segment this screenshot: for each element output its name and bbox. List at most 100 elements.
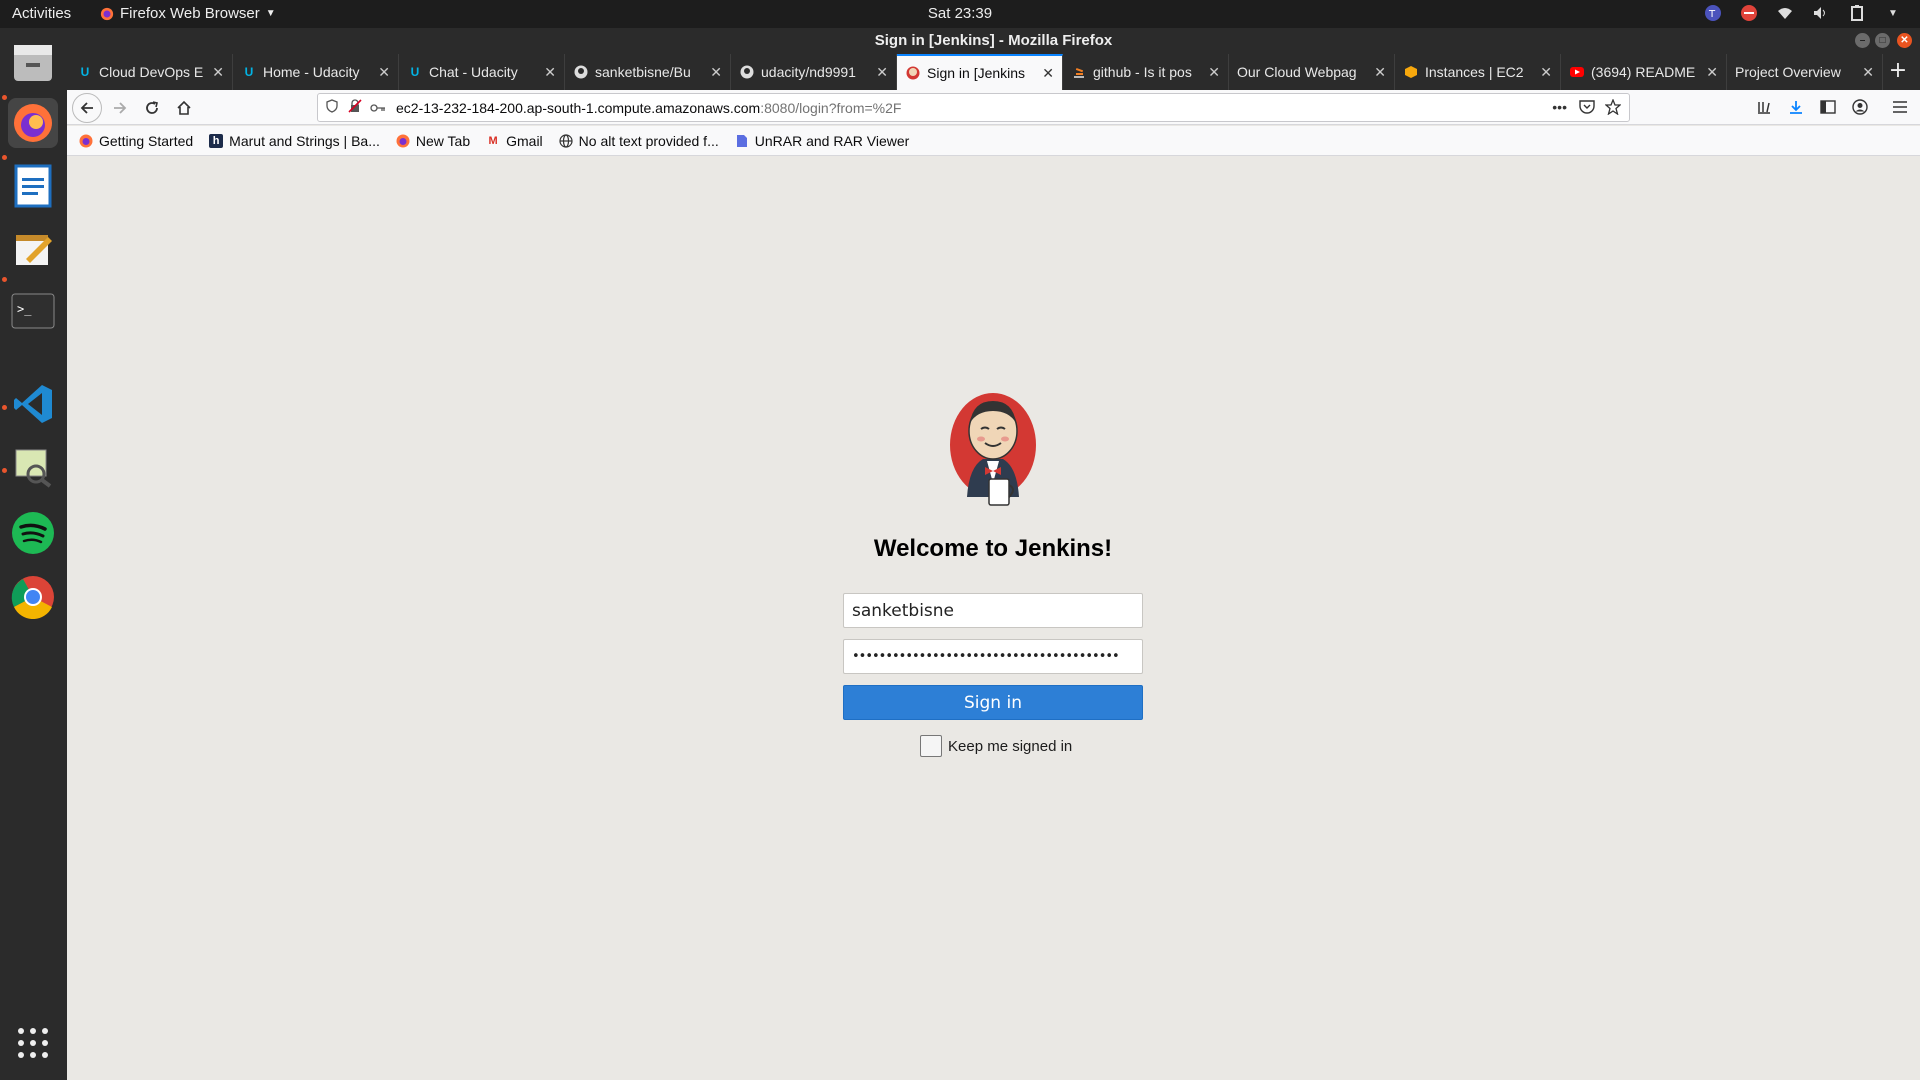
tab-chat-udacity[interactable]: U Chat - Udacity ✕ (399, 54, 565, 90)
bookmark-marut-and-strings[interactable]: h Marut and Strings | Ba... (209, 133, 380, 149)
dock-spotify[interactable] (8, 508, 58, 558)
dock-files[interactable] (8, 38, 58, 88)
dock-terminal[interactable]: >_ (8, 286, 58, 336)
tab-cloud-webpage[interactable]: Our Cloud Webpag ✕ (1229, 54, 1395, 90)
gmail-icon: M (488, 134, 498, 147)
close-icon[interactable]: ✕ (1208, 64, 1220, 81)
key-icon[interactable] (370, 100, 392, 116)
app-menu-label: Firefox Web Browser (120, 5, 260, 22)
bookmark-new-tab[interactable]: New Tab (396, 133, 470, 149)
window-title-bar[interactable]: Sign in [Jenkins] - Mozilla Firefox – □ … (67, 28, 1920, 54)
close-icon[interactable]: ✕ (1862, 64, 1874, 81)
close-icon[interactable]: ✕ (1540, 64, 1552, 81)
volume-icon[interactable] (1812, 4, 1830, 22)
tab-cloud-devops[interactable]: U Cloud DevOps E ✕ (69, 54, 233, 90)
pocket-icon[interactable] (1579, 100, 1595, 117)
tab-sanketbisne-github[interactable]: sanketbisne/Bu ✕ (565, 54, 731, 90)
account-icon (1852, 99, 1868, 115)
document-icon (735, 134, 749, 148)
page-actions-icon[interactable]: ••• (1552, 99, 1567, 115)
do-not-disturb-icon[interactable] (1740, 4, 1758, 22)
close-icon[interactable]: ✕ (876, 64, 888, 81)
close-icon[interactable]: ✕ (378, 64, 390, 81)
sidebar-button[interactable] (1814, 93, 1842, 121)
shield-icon[interactable] (326, 99, 344, 116)
dock-show-applications[interactable] (8, 1018, 58, 1068)
dock-chrome[interactable] (8, 572, 58, 622)
back-button[interactable] (72, 93, 102, 123)
bookmark-unrar-viewer[interactable]: UnRAR and RAR Viewer (735, 133, 909, 149)
tab-youtube-readme[interactable]: (3694) README ✕ (1561, 54, 1727, 90)
tab-bar: U Cloud DevOps E ✕ U Home - Udacity ✕ U … (67, 54, 1920, 90)
close-icon[interactable]: ✕ (212, 64, 224, 81)
files-icon (14, 45, 52, 81)
bookmark-label: New Tab (415, 132, 471, 149)
new-tab-button[interactable]: + (1884, 58, 1912, 86)
insecure-lock-icon[interactable] (348, 99, 368, 116)
hashnode-icon: h (209, 133, 224, 148)
bookmark-gmail[interactable]: M Gmail (486, 133, 543, 149)
battery-icon[interactable] (1848, 4, 1866, 22)
tab-jenkins-sign-in[interactable]: Sign in [Jenkins ✕ (897, 54, 1063, 90)
tab-udacity-nd9991[interactable]: udacity/nd9991 ✕ (731, 54, 897, 90)
dock-writer[interactable] (8, 161, 58, 211)
firefox-icon (100, 7, 114, 20)
dock-firefox[interactable] (8, 98, 58, 148)
udacity-icon: U (244, 65, 254, 79)
bookmark-getting-started[interactable]: Getting Started (79, 133, 193, 149)
tab-stackoverflow[interactable]: github - Is it pos ✕ (1063, 54, 1229, 90)
reload-button[interactable] (137, 93, 167, 123)
forward-button[interactable] (105, 93, 135, 123)
system-top-bar: Activities Firefox Web Browser ▼ Sat 23:… (0, 0, 1920, 28)
dock-text-editor[interactable] (8, 224, 58, 274)
system-tray: T ▼ (1704, 4, 1902, 22)
svg-text:T: T (1708, 9, 1716, 20)
account-button[interactable] (1846, 93, 1874, 121)
dock-vscode[interactable] (8, 379, 58, 429)
firefox-icon (396, 134, 410, 148)
maximize-button[interactable]: □ (1875, 33, 1890, 48)
keep-signed-in-option[interactable]: Keep me signed in (920, 735, 1072, 757)
url-bar[interactable]: ec2-13-232-184-200.ap-south-1.compute.am… (317, 93, 1630, 122)
firefox-icon (14, 104, 52, 142)
downloads-button[interactable] (1782, 93, 1810, 121)
hamburger-menu-icon (1893, 101, 1907, 113)
tab-label: Sign in [Jenkins (927, 65, 1026, 81)
terminal-icon: >_ (11, 293, 55, 329)
activities-button[interactable]: Activities (12, 5, 71, 22)
keep-signed-in-label: Keep me signed in (948, 737, 1073, 755)
download-icon (1790, 101, 1802, 114)
wifi-icon[interactable] (1776, 4, 1794, 22)
password-value: •••••••••••••••••••••••••••••••••••••••• (852, 649, 1120, 664)
sign-in-button[interactable]: Sign in (843, 685, 1143, 720)
bookmark-no-alt-text[interactable]: No alt text provided f... (559, 133, 719, 149)
svg-text:>_: >_ (17, 302, 32, 316)
keep-signed-in-checkbox[interactable] (920, 735, 942, 757)
running-indicator (2, 277, 7, 282)
page-content: Welcome to Jenkins! sanketbisne ••••••••… (67, 157, 1920, 1080)
close-icon[interactable]: ✕ (1042, 65, 1054, 82)
close-icon[interactable]: ✕ (710, 64, 722, 81)
clock[interactable]: Sat 23:39 (0, 5, 1920, 22)
dock-image-viewer[interactable] (8, 442, 58, 492)
close-icon[interactable]: ✕ (1374, 64, 1386, 81)
bookmark-star-icon[interactable] (1604, 98, 1622, 118)
tab-home-udacity[interactable]: U Home - Udacity ✕ (233, 54, 399, 90)
menu-button[interactable] (1886, 93, 1914, 121)
library-button[interactable] (1750, 93, 1778, 121)
close-icon[interactable]: ✕ (1706, 64, 1718, 81)
teams-icon[interactable]: T (1704, 4, 1722, 22)
app-menu[interactable]: Firefox Web Browser ▼ (100, 5, 276, 22)
sign-in-label: Sign in (964, 692, 1022, 713)
home-button[interactable] (169, 93, 199, 123)
username-input[interactable]: sanketbisne (843, 593, 1143, 628)
close-window-button[interactable]: ✕ (1897, 33, 1912, 48)
tab-ec2-instances[interactable]: Instances | EC2 ✕ (1395, 54, 1561, 90)
bookmarks-toolbar: Getting Started h Marut and Strings | Ba… (67, 126, 1920, 156)
password-input[interactable]: •••••••••••••••••••••••••••••••••••••••• (843, 639, 1143, 674)
close-icon[interactable]: ✕ (544, 64, 556, 81)
system-menu-chevron-icon[interactable]: ▼ (1884, 4, 1902, 22)
minimize-button[interactable]: – (1855, 33, 1870, 48)
tab-project-overview[interactable]: Project Overview ✕ (1727, 54, 1883, 90)
bookmark-label: Getting Started (99, 132, 194, 149)
